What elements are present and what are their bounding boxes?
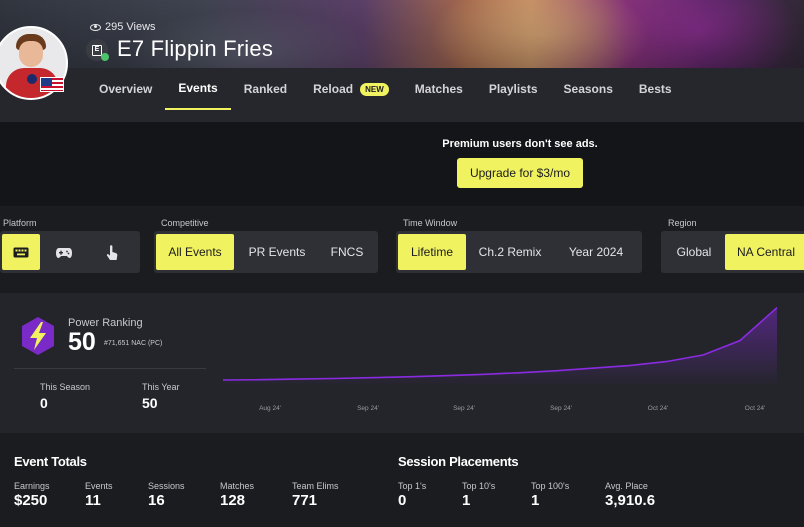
region-filter: Global NA Central	[661, 231, 804, 273]
page: 295 Views E E7 Flippin Fries Overview Ev…	[0, 0, 804, 527]
events-label: Events	[85, 481, 113, 491]
top1-label: Top 1's	[398, 481, 427, 491]
option-lifetime[interactable]: Lifetime	[398, 234, 466, 270]
platform-filter	[0, 231, 140, 273]
matches-value: 128	[220, 492, 246, 509]
this-year-value: 50	[142, 395, 158, 411]
option-all-events[interactable]: All Events	[156, 234, 234, 270]
divider	[14, 368, 206, 369]
competitive-filter-label: Competitive	[161, 218, 209, 228]
this-season-value: 0	[40, 395, 48, 411]
tab-seasons[interactable]: Seasons	[551, 68, 626, 110]
sessions-label: Sessions	[148, 481, 185, 491]
new-badge: NEW	[360, 82, 389, 96]
upgrade-button[interactable]: Upgrade for $3/mo	[457, 158, 583, 188]
tab-bests[interactable]: Bests	[626, 68, 685, 110]
x-tick-label: Sep 24'	[357, 405, 379, 412]
player-name: E7 Flippin Fries	[117, 36, 274, 61]
platform-filter-label: Platform	[3, 218, 37, 228]
power-ranking-rank: #71,651 NAC (PC)	[104, 340, 163, 347]
avg-place-value: 3,910.6	[605, 492, 656, 509]
top10-label: Top 10's	[462, 481, 496, 491]
profile-tabs: Overview Events Ranked Reload NEW Matche…	[86, 68, 685, 110]
session-placements-title: Session Placements	[398, 454, 519, 469]
this-year-label: This Year	[142, 382, 180, 392]
touch-icon	[106, 244, 118, 260]
eye-icon	[90, 23, 101, 31]
power-ranking-value: 50	[68, 328, 96, 356]
gamepad-icon	[56, 247, 72, 258]
region-filter-label: Region	[668, 218, 697, 228]
x-tick-label: Oct 24'	[745, 405, 765, 412]
option-ch2-remix[interactable]: Ch.2 Remix	[466, 234, 554, 270]
avg-place-label: Avg. Place	[605, 481, 648, 491]
tab-overview[interactable]: Overview	[86, 68, 165, 110]
option-global[interactable]: Global	[663, 234, 725, 270]
team-elims-value: 771	[292, 492, 318, 509]
tab-playlists[interactable]: Playlists	[476, 68, 551, 110]
option-fncs[interactable]: FNCS	[320, 234, 374, 270]
earnings-label: Earnings	[14, 481, 50, 491]
this-season-label: This Season	[40, 382, 91, 392]
sessions-value: 16	[148, 492, 165, 509]
us-flag-icon	[40, 77, 64, 92]
views-count: 295 Views	[90, 20, 156, 34]
keyboard-mouse-option[interactable]	[2, 234, 40, 270]
event-totals-title: Event Totals	[14, 454, 87, 469]
top100-label: Top 100's	[531, 481, 570, 491]
option-na-central[interactable]: NA Central	[725, 234, 804, 270]
competitive-filter: All Events PR Events FNCS	[154, 231, 378, 273]
top1-value: 0	[398, 492, 407, 509]
lightning-icon	[22, 317, 54, 355]
ad-message: Premium users don't see ads.	[442, 138, 598, 150]
tab-reload[interactable]: Reload NEW	[300, 68, 402, 110]
chart-area	[223, 307, 777, 384]
power-ranking-chart: Aug 24' Sep 24' Sep 24' Sep 24' Oct 24' Oct 2…	[222, 307, 778, 412]
matches-label: Matches	[220, 481, 255, 491]
tab-ranked[interactable]: Ranked	[231, 68, 300, 110]
x-tick-label: Sep 24'	[550, 405, 572, 412]
x-tick-label: Sep 24'	[453, 405, 475, 412]
x-tick-label: Aug 24'	[259, 405, 281, 412]
top10-value: 1	[462, 492, 471, 509]
x-tick-label: Oct 24'	[648, 405, 668, 412]
profile-header: 295 Views E E7 Flippin Fries Overview Ev…	[0, 0, 804, 122]
events-value: 11	[85, 492, 101, 509]
tab-matches[interactable]: Matches	[402, 68, 476, 110]
option-year-2024[interactable]: Year 2024	[554, 234, 638, 270]
time-window-filter-label: Time Window	[403, 218, 458, 228]
time-window-filter: Lifetime Ch.2 Remix Year 2024	[396, 231, 642, 273]
ad-banner: Premium users don't see ads.	[0, 122, 804, 206]
touch-option[interactable]	[88, 234, 136, 270]
option-pr-events[interactable]: PR Events	[234, 234, 320, 270]
tab-events[interactable]: Events	[165, 68, 231, 110]
top100-value: 1	[531, 492, 540, 509]
controller-option[interactable]	[40, 234, 88, 270]
views-label: 295 Views	[105, 21, 156, 33]
keyboard-icon	[13, 247, 29, 257]
earnings-value: $250	[14, 492, 48, 509]
team-elims-label: Team Elims	[292, 481, 339, 491]
epic-verified-icon: E	[86, 39, 109, 61]
